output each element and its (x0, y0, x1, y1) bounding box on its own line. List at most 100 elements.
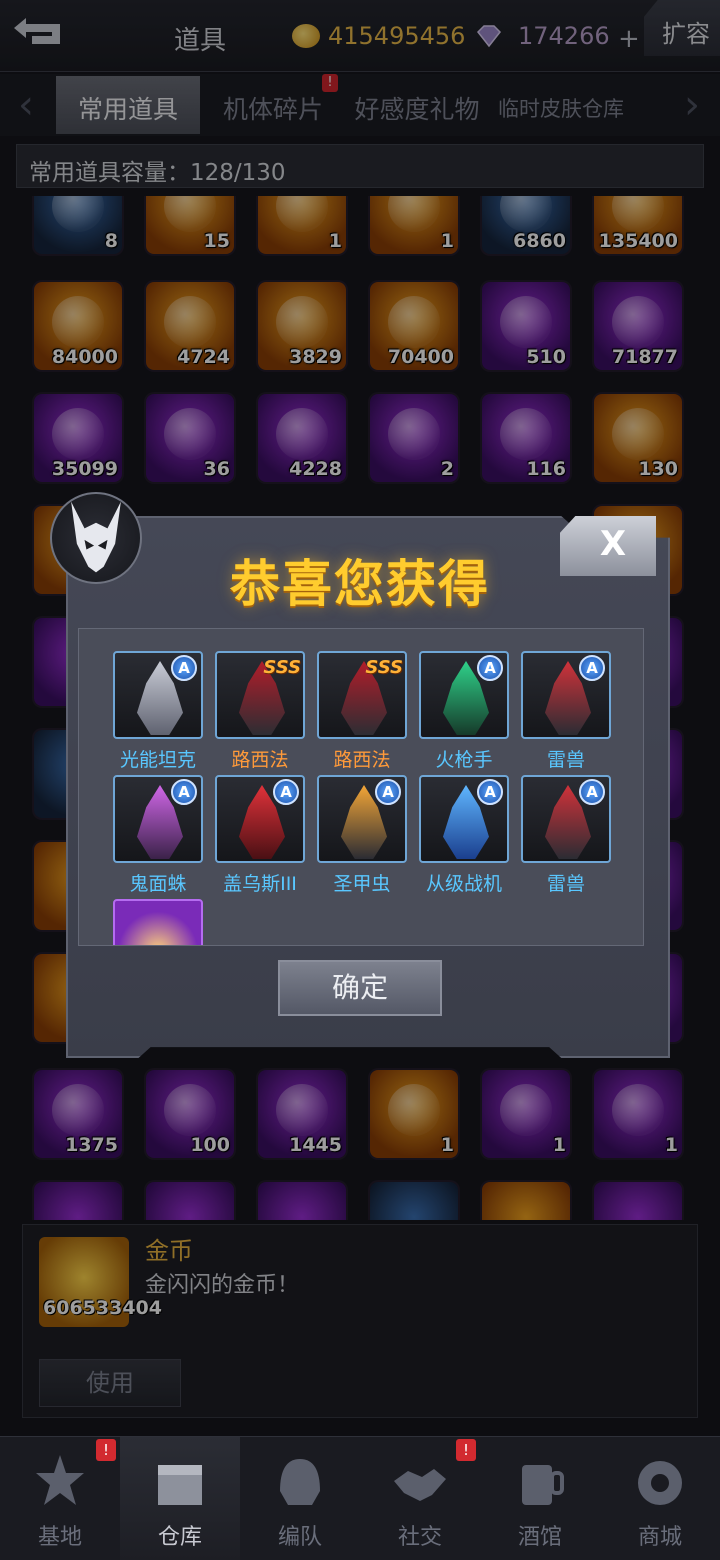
item-art (164, 196, 216, 232)
item-art (52, 196, 104, 232)
item-slot[interactable]: 1 (594, 1070, 682, 1158)
nav-shop[interactable]: 商城 (600, 1437, 720, 1560)
item-slot[interactable]: 116 (482, 394, 570, 482)
item-count: 3829 (289, 346, 342, 368)
item-count: 15 (203, 230, 230, 252)
item-art (164, 296, 216, 348)
confirm-button[interactable]: 确定 (278, 960, 442, 1016)
item-slot[interactable]: 84000 (34, 282, 122, 370)
back-arrow-icon[interactable] (8, 14, 70, 56)
detail-item-count: 606533404 (43, 1297, 162, 1319)
item-slot[interactable]: 3829 (258, 282, 346, 370)
nav-label: 社交 (397, 1525, 442, 1550)
orb-icon (638, 1461, 682, 1505)
item-art (164, 408, 216, 460)
item-slot[interactable] (594, 1182, 682, 1220)
mech-card: A (317, 775, 407, 863)
item-art (388, 1084, 440, 1136)
item-art (388, 196, 440, 232)
expand-capacity-button[interactable]: 扩容 (644, 0, 720, 56)
item-slot[interactable]: 36 (146, 394, 234, 482)
item-count: 4724 (177, 346, 230, 368)
reward-list: A 光能坦克 SSS 路西法 SSS 路西法 A 火枪手 A 雷兽 A 鬼面蛛 … (78, 628, 644, 946)
item-slot[interactable] (258, 1182, 346, 1220)
reward-title: 恭喜您获得 (230, 555, 490, 613)
item-slot[interactable] (482, 1182, 570, 1220)
item-slot[interactable] (146, 1182, 234, 1220)
use-button[interactable]: 使用 (39, 1359, 181, 1407)
item-count: 1 (328, 230, 342, 252)
tab-right-arrow-icon[interactable]: › (672, 82, 712, 130)
item-slot[interactable] (370, 1182, 458, 1220)
nav-base[interactable]: ! 基地 (0, 1437, 120, 1560)
grade-badge: SSS (263, 657, 301, 678)
item-art (388, 408, 440, 460)
item-slot[interactable]: 1 (370, 1070, 458, 1158)
item-slot[interactable]: 1 (258, 196, 346, 254)
item-count: 71877 (611, 346, 678, 368)
item-slot[interactable]: 4228 (258, 394, 346, 482)
mech-card: A (215, 775, 305, 863)
reward-name: 雷兽 (546, 873, 585, 895)
tab-bar: ‹ 常用道具 机体碎片 ! 好感度礼物 临时皮肤仓库 › (0, 74, 720, 136)
reward-name: 鬼面蛛 (129, 873, 187, 895)
item-slot[interactable]: 1375 (34, 1070, 122, 1158)
mech-card: SSS (317, 651, 407, 739)
item-slot[interactable]: 1 (482, 1070, 570, 1158)
reward-name: 火枪手 (435, 749, 493, 771)
reward-name: 路西法 (333, 749, 391, 771)
item-slot[interactable]: 4724 (146, 282, 234, 370)
item-count: 135400 (598, 230, 678, 252)
notification-badge: ! (96, 1439, 116, 1461)
item-count: 1 (440, 230, 454, 252)
tab-mech-fragments[interactable]: 机体碎片 ! (202, 74, 344, 134)
item-slot[interactable]: 71877 (594, 282, 682, 370)
inventory-capacity: 常用道具容量：128/130 (16, 144, 704, 188)
item-art (500, 1084, 552, 1136)
tab-label: 临时皮肤仓库 (498, 97, 624, 121)
reward-name: 光能坦克 (119, 749, 196, 771)
mech-card: A (113, 775, 203, 863)
nav-warehouse[interactable]: 仓库 (120, 1437, 240, 1560)
item-count: 4228 (289, 458, 342, 480)
grade-badge: A (375, 779, 401, 805)
item-slot[interactable]: 1445 (258, 1070, 346, 1158)
item-count: 6860 (513, 230, 566, 252)
item-slot[interactable]: 35099 (34, 394, 122, 482)
notification-badge: ! (322, 74, 338, 92)
tab-temp-skins[interactable]: 临时皮肤仓库 (490, 76, 632, 134)
item-slot[interactable]: 510 (482, 282, 570, 370)
item-slot[interactable]: 130 (594, 394, 682, 482)
item-count: 510 (526, 346, 566, 368)
reward-name: 盖乌斯III (223, 873, 297, 895)
item-art (500, 408, 552, 460)
nav-tavern[interactable]: 酒馆 (480, 1437, 600, 1560)
item-art (388, 296, 440, 348)
notification-badge: ! (456, 1439, 476, 1461)
item-slot[interactable]: 6860 (482, 196, 570, 254)
item-slot[interactable]: 135400 (594, 196, 682, 254)
tab-common-items[interactable]: 常用道具 (56, 76, 200, 134)
helmet-icon (280, 1459, 320, 1505)
grade-badge: A (171, 779, 197, 805)
item-slot[interactable]: 8 (34, 196, 122, 254)
item-slot[interactable]: 15 (146, 196, 234, 254)
item-slot[interactable]: 1 (370, 196, 458, 254)
nav-social[interactable]: ! 社交 (360, 1437, 480, 1560)
item-count: 70400 (387, 346, 454, 368)
grade-badge: A (477, 779, 503, 805)
item-slot[interactable]: 2 (370, 394, 458, 482)
tab-affection-gifts[interactable]: 好感度礼物 (346, 76, 488, 134)
gold-amount: 415495456 (328, 22, 466, 50)
item-count: 1445 (289, 1134, 342, 1156)
item-slot[interactable]: 70400 (370, 282, 458, 370)
item-art (612, 1084, 664, 1136)
item-slot[interactable]: 100 (146, 1070, 234, 1158)
add-currency-button[interactable]: + (618, 24, 640, 54)
item-count: 8 (104, 230, 118, 252)
item-slot[interactable] (34, 1182, 122, 1220)
nav-label: 编队 (277, 1525, 322, 1550)
tab-left-arrow-icon[interactable]: ‹ (6, 82, 46, 130)
tab-label: 机体碎片 (222, 95, 323, 124)
nav-formation[interactable]: 编队 (240, 1437, 360, 1560)
